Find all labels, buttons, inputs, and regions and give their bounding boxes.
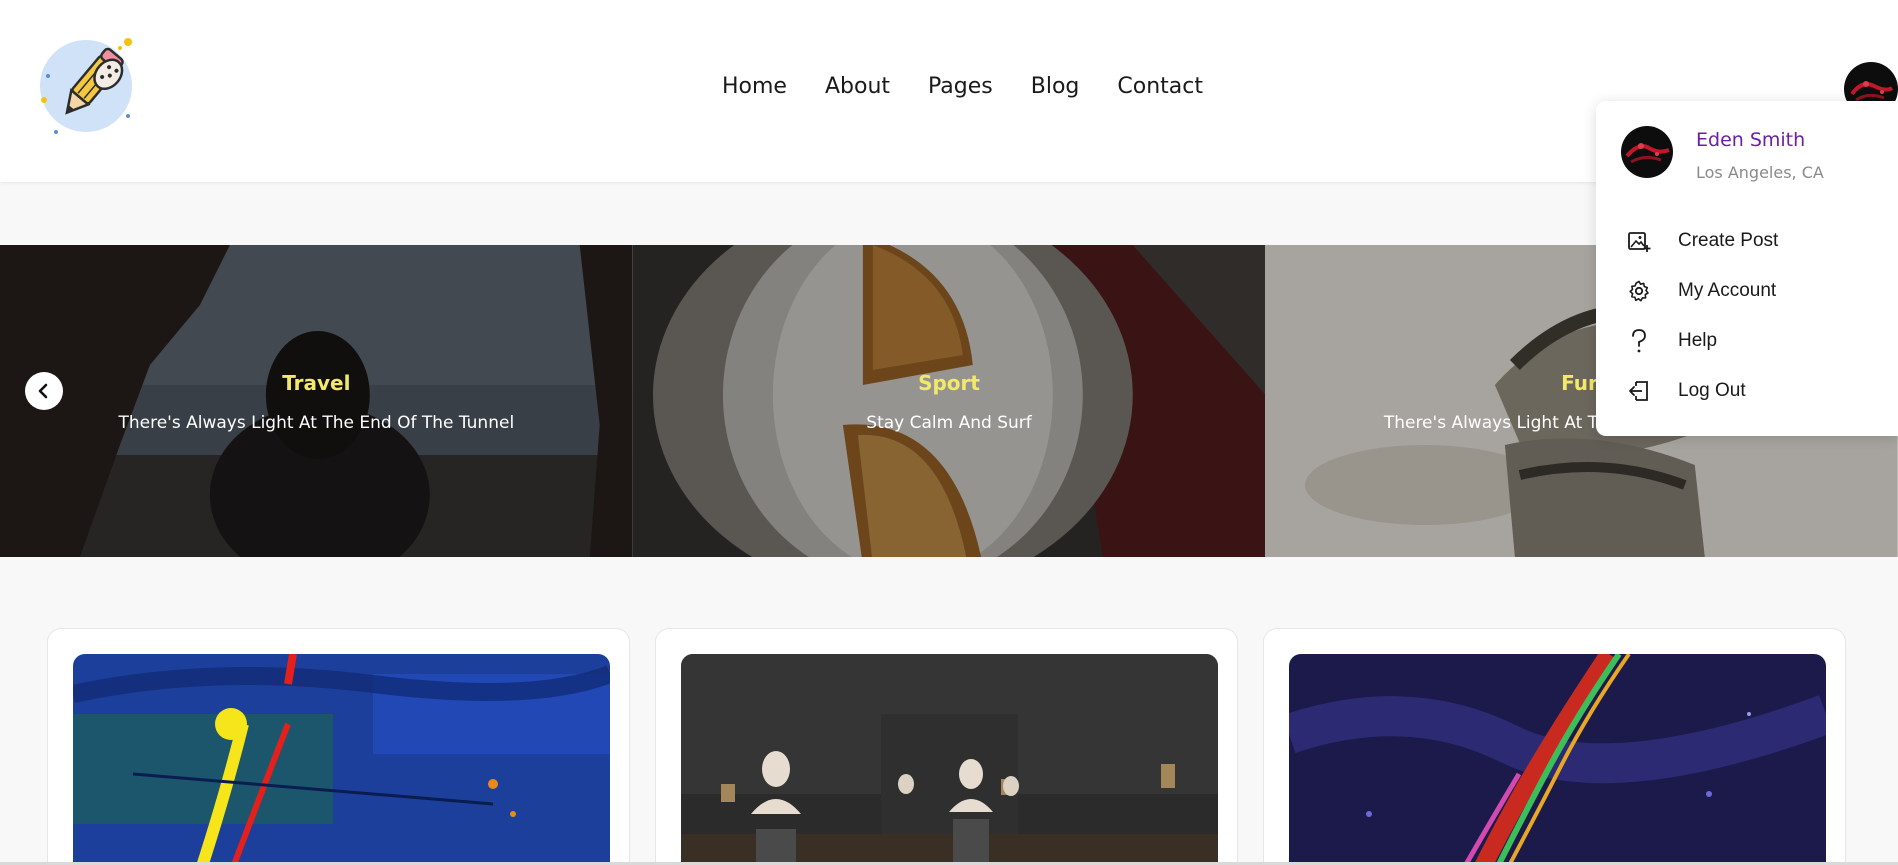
post-card[interactable] — [1263, 628, 1846, 865]
chevron-left-icon — [38, 383, 48, 399]
museum-busts-image — [681, 654, 1218, 865]
menu-item-create-post[interactable]: Create Post — [1626, 226, 1778, 256]
post-card[interactable] — [655, 628, 1238, 865]
menu-item-log-out[interactable]: Log Out — [1626, 376, 1746, 406]
slide-category: Sport — [918, 371, 980, 395]
avatar-image — [1621, 126, 1673, 178]
pencil-logo-icon — [40, 38, 132, 134]
menu-item-help[interactable]: Help — [1626, 326, 1717, 356]
menu-item-label: Help — [1678, 330, 1718, 351]
nav-home-link[interactable]: Home — [722, 74, 787, 99]
post-card[interactable] — [47, 628, 630, 865]
post-card-image — [681, 654, 1218, 865]
nav-about-link[interactable]: About — [825, 74, 890, 99]
slide-sport-caption: Sport Stay Calm And Surf — [633, 371, 1266, 433]
menu-item-my-account[interactable]: My Account — [1626, 276, 1776, 306]
question-icon — [1626, 328, 1652, 354]
logout-icon — [1626, 378, 1652, 404]
post-card-image — [1289, 654, 1826, 865]
profile-dropdown-menu: Eden Smith Los Angeles, CA Create Post M… — [1596, 101, 1898, 436]
gear-icon — [1626, 278, 1652, 304]
nav-blog-link[interactable]: Blog — [1031, 74, 1080, 99]
profile-name[interactable]: Eden Smith — [1696, 129, 1805, 151]
post-card-image — [73, 654, 610, 865]
main-nav: Home About Pages Blog Contact — [722, 74, 1203, 99]
slide-subtitle: There's Always Light At The End Of The T… — [118, 413, 515, 433]
slide-subtitle: Stay Calm And Surf — [866, 413, 1032, 433]
abstract-fluid-image — [1289, 654, 1826, 865]
slide-category: Travel — [282, 371, 351, 395]
site-logo[interactable] — [38, 36, 138, 136]
nav-contact-link[interactable]: Contact — [1117, 74, 1203, 99]
abstract-paint-image — [73, 654, 610, 865]
menu-item-label: Log Out — [1678, 380, 1746, 401]
profile-location: Los Angeles, CA — [1696, 163, 1824, 182]
menu-item-label: Create Post — [1678, 230, 1779, 251]
avatar — [1621, 126, 1673, 178]
menu-item-label: My Account — [1678, 280, 1777, 301]
slide-travel[interactable]: Travel There's Always Light At The End O… — [0, 245, 633, 557]
nav-pages-link[interactable]: Pages — [928, 74, 993, 99]
image-plus-icon — [1626, 228, 1652, 254]
slider-prev-button[interactable] — [25, 372, 63, 410]
slide-sport[interactable]: Sport Stay Calm And Surf — [632, 245, 1266, 557]
slide-travel-caption: Travel There's Always Light At The End O… — [0, 371, 633, 433]
